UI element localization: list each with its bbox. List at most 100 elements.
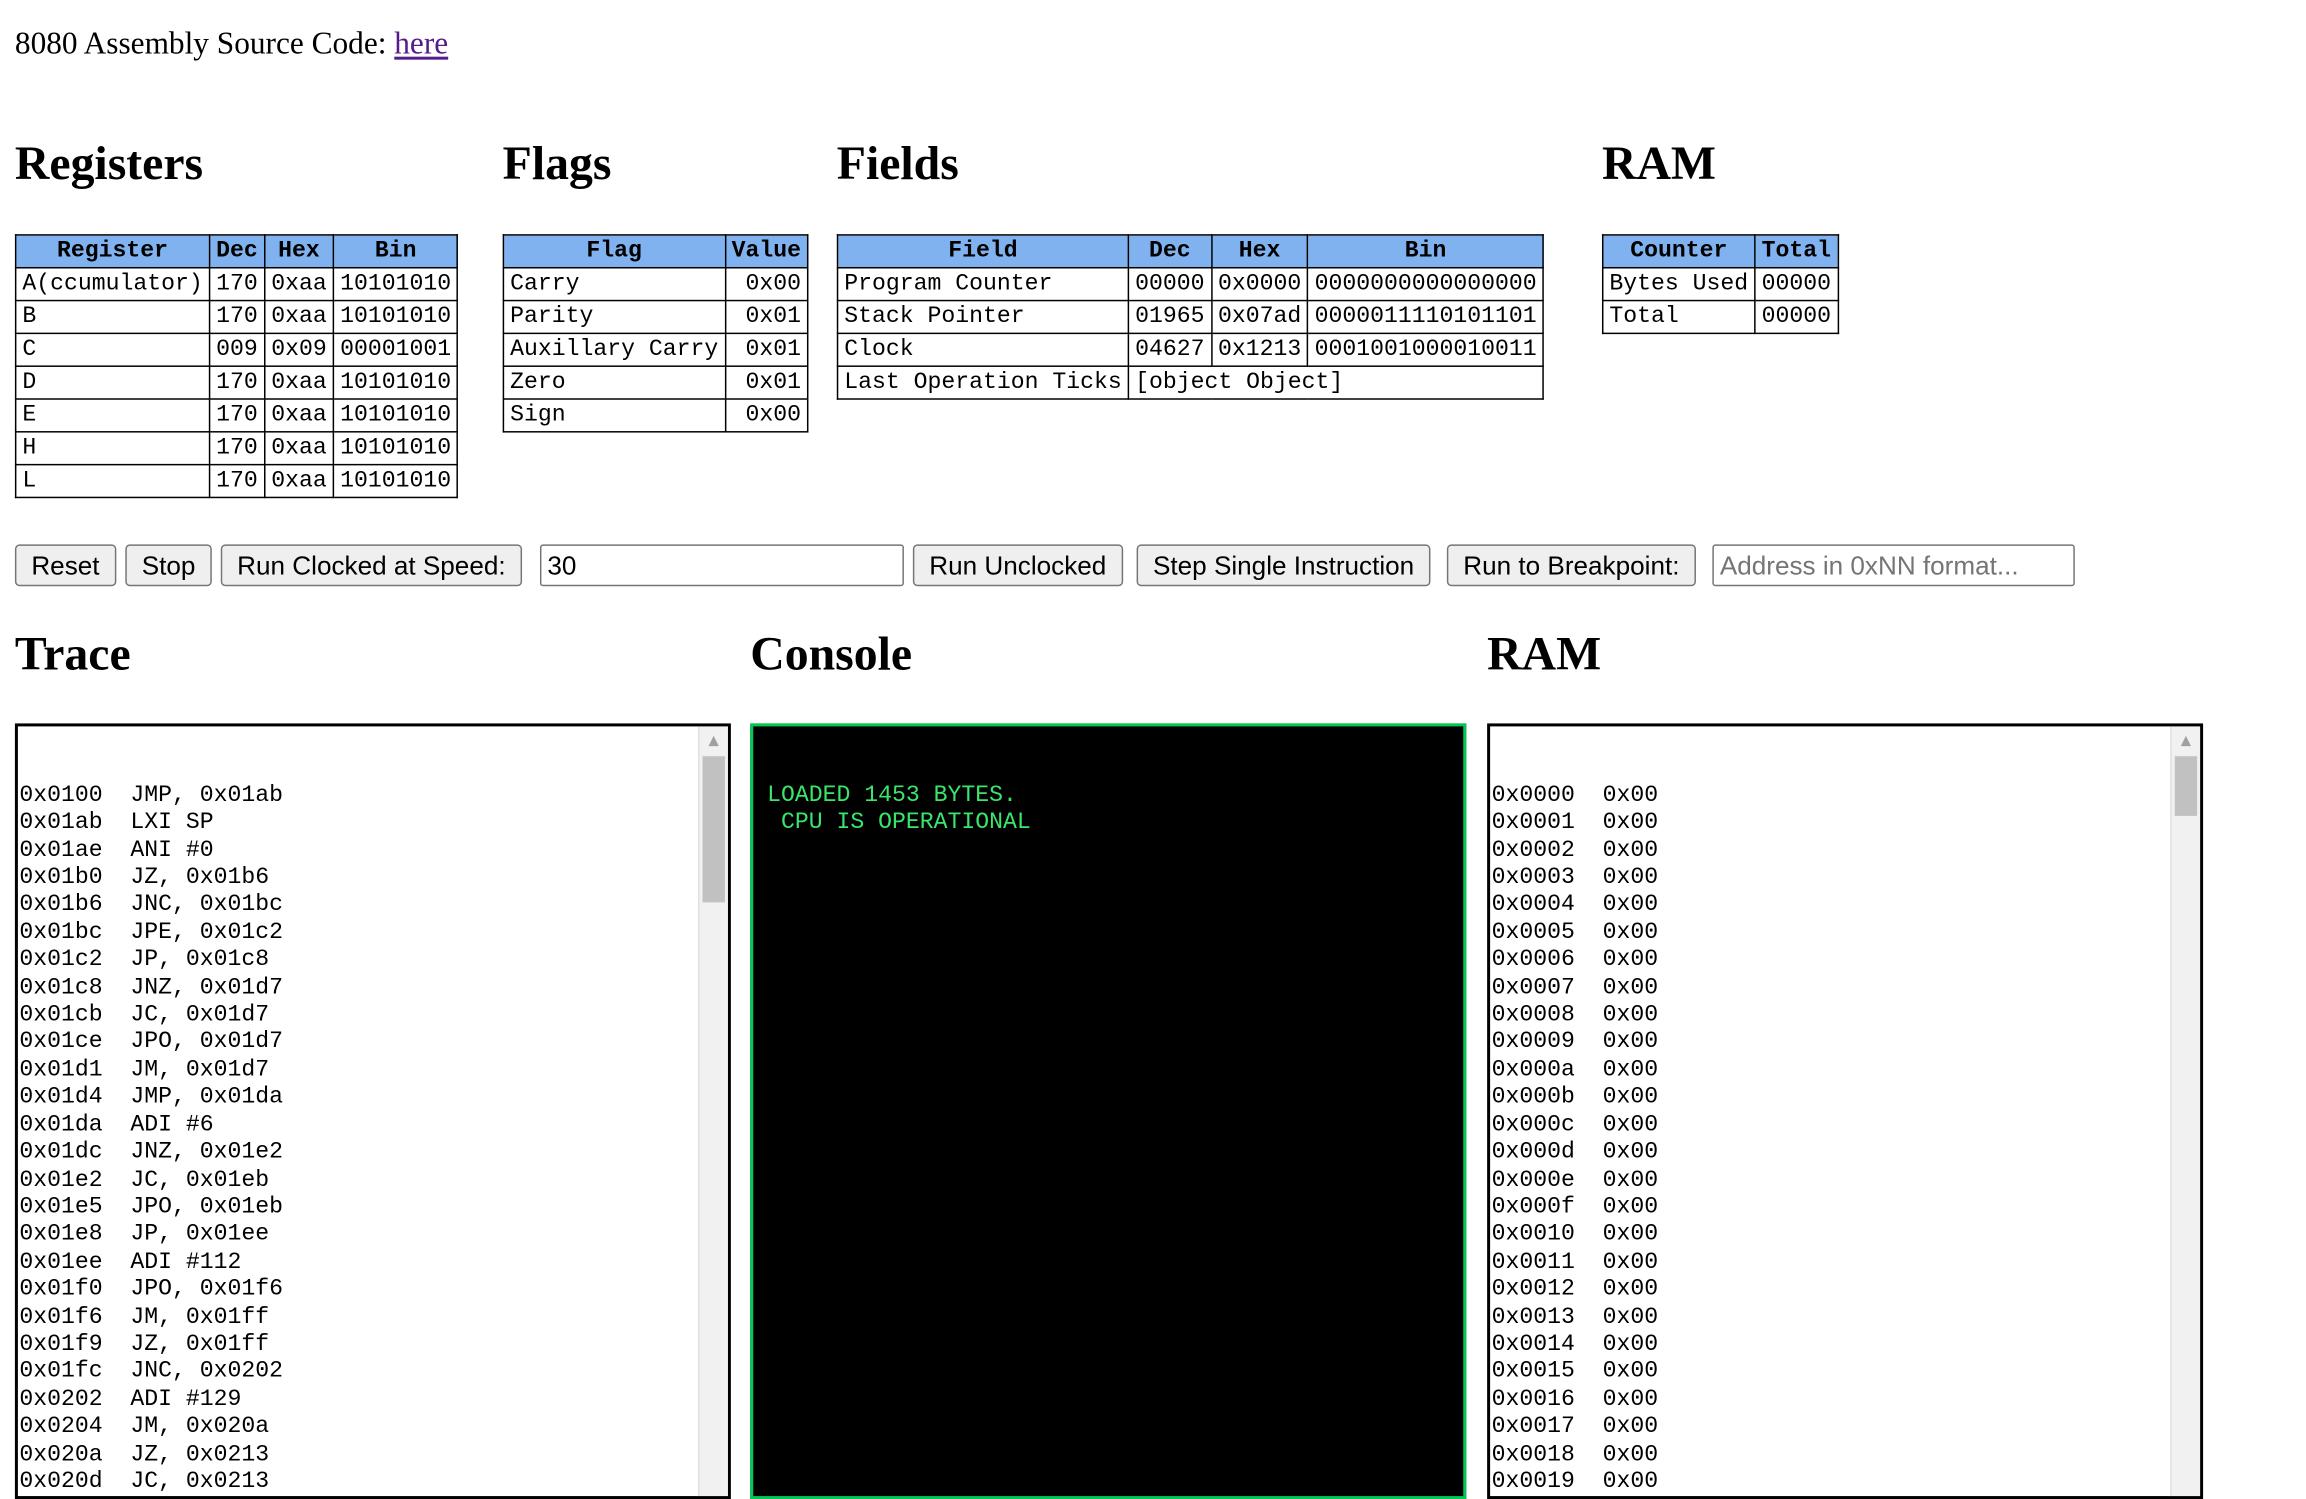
trace-line: 0x01ee ADI #112 — [19, 1248, 242, 1275]
table-row: L 170 0xaa 10101010 — [14, 463, 459, 499]
run-clocked-button[interactable]: Run Clocked at Speed: — [220, 544, 523, 587]
table-cell: 0x01 — [724, 365, 809, 400]
table-cell: 0x09 — [263, 332, 335, 367]
table-cell: 10101010 — [332, 365, 459, 400]
trace-scroll-thumb[interactable] — [702, 756, 725, 903]
ram-heading: RAM — [1487, 626, 1602, 681]
trace-line: 0x01b6 JNC, 0x01bc — [19, 891, 284, 918]
ram-counter-heading: RAM — [1601, 135, 1716, 190]
console-line: LOADED 1453 BYTES. — [753, 781, 1017, 809]
breakpoint-address-input[interactable] — [1712, 544, 2075, 587]
table-cell: Carry — [502, 266, 726, 302]
table-cell: E — [14, 398, 211, 433]
table-row: Bytes Used 00000 — [1601, 266, 1839, 302]
table-row: A(ccumulator) 170 0xaa 10101010 — [14, 266, 459, 302]
trace-line: 0x01d4 JMP, 0x01da — [19, 1083, 284, 1111]
table-row: Carry 0x00 — [502, 266, 809, 302]
table-cell: 0000011110101101 — [1307, 299, 1545, 335]
trace-line: 0x020a JZ, 0x0213 — [19, 1440, 270, 1468]
table-row: Sign 0x00 — [502, 398, 809, 433]
table-cell: Program Counter — [836, 266, 1130, 302]
trace-line: 0x01c8 JNZ, 0x01d7 — [19, 973, 284, 1001]
scroll-up-icon[interactable]: ▲ — [2172, 731, 2200, 752]
table-cell: [object Object] — [1127, 365, 1545, 400]
trace-panel[interactable]: 0x0100 JMP, 0x01ab 0x01ab LXI SP 0x01ae AN… — [14, 723, 731, 1499]
scroll-up-icon[interactable]: ▲ — [700, 731, 728, 752]
trace-line: 0x01e8 JP, 0x01ee — [19, 1220, 270, 1248]
table-cell: 0x0000 — [1210, 266, 1309, 302]
ram-scrollbar[interactable]: ▲ — [2170, 726, 2201, 1497]
ram-scroll-thumb[interactable] — [2174, 756, 2198, 816]
trace-scrollbar[interactable]: ▲ — [698, 726, 728, 1497]
trace-line: 0x0204 JM, 0x020a — [19, 1412, 270, 1440]
ram-line: 0x0019 0x00 — [1491, 1467, 1659, 1495]
reset-button[interactable]: Reset — [14, 544, 116, 587]
ram-line: 0x0008 0x00 — [1491, 1000, 1659, 1028]
table-cell: 0xaa — [263, 266, 335, 302]
trace-line: 0x01e5 JPO, 0x01eb — [19, 1193, 284, 1220]
table-header-row: Field Dec Hex Bin — [836, 234, 1545, 269]
trace-line: 0x01c2 JP, 0x01c8 — [19, 946, 270, 973]
table-cell: 170 — [208, 365, 266, 400]
console-panel: LOADED 1453 BYTES. CPU IS OPERATIONAL — [750, 723, 1467, 1499]
table-cell: Auxillary Carry — [502, 332, 726, 367]
table-cell: B — [14, 299, 211, 335]
flags-table: Flag Value Carry 0x00 Parity 0x01 Auxillary Ca… — [502, 234, 809, 433]
table-cell: C — [14, 332, 211, 367]
table-row: Total 00000 — [1601, 299, 1839, 335]
table-cell: 0xaa — [263, 365, 335, 400]
table-header-row: Flag Value — [502, 234, 809, 269]
ram-line: 0x0010 0x00 — [1491, 1220, 1659, 1248]
table-cell: 170 — [208, 266, 266, 302]
column-header: Field — [836, 234, 1130, 269]
table-cell: Parity — [502, 299, 726, 335]
source-code-line: 8080 Assembly Source Code: here — [15, 25, 448, 62]
table-cell: 0x00 — [724, 266, 809, 302]
trace-line: 0x01bc JPE, 0x01c2 — [19, 918, 284, 946]
ram-panel[interactable]: 0x0000 0x00 0x0001 0x00 0x0002 0x00 0x0003 … — [1487, 723, 2204, 1499]
trace-line: 0x01d1 JM, 0x01d7 — [19, 1055, 270, 1083]
ram-line: 0x0001 0x00 — [1491, 808, 1659, 836]
fields-heading: Fields — [836, 135, 959, 190]
table-header-row: Counter Total — [1601, 234, 1839, 269]
table-cell: 00000 — [1754, 266, 1839, 302]
table-cell: 10101010 — [332, 266, 459, 302]
table-cell: 0xaa — [263, 431, 335, 466]
table-cell: 009 — [208, 332, 266, 367]
run-unclocked-button[interactable]: Run Unclocked — [912, 544, 1123, 587]
stop-button[interactable]: Stop — [125, 544, 212, 587]
ram-line: 0x0004 0x00 — [1491, 891, 1659, 918]
console-heading: Console — [750, 626, 913, 681]
source-code-link[interactable]: here — [394, 25, 448, 61]
table-cell: 0xaa — [263, 299, 335, 335]
table-cell: Stack Pointer — [836, 299, 1130, 335]
ram-list: 0x0000 0x00 0x0001 0x00 0x0002 0x00 0x0003 … — [1490, 781, 2200, 1496]
ram-line: 0x0006 0x00 — [1491, 946, 1659, 973]
table-cell: Last Operation Ticks — [836, 365, 1130, 400]
column-header: Dec — [1127, 234, 1212, 269]
clock-speed-input[interactable] — [539, 544, 904, 587]
table-cell: D — [14, 365, 211, 400]
table-row: Auxillary Carry 0x01 — [502, 332, 809, 367]
trace-list: 0x0100 JMP, 0x01ab 0x01ab LXI SP 0x01ae AN… — [18, 781, 728, 1496]
ram-line: 0x0003 0x00 — [1491, 863, 1659, 891]
ram-line: 0x0017 0x00 — [1491, 1412, 1659, 1440]
trace-line: 0x020d JC, 0x0213 — [19, 1467, 270, 1495]
trace-heading: Trace — [14, 626, 131, 681]
table-cell: 01965 — [1127, 299, 1212, 335]
source-code-label: 8080 Assembly Source Code: — [14, 25, 387, 62]
ram-line: 0x000d 0x00 — [1491, 1138, 1659, 1166]
run-to-breakpoint-button[interactable]: Run to Breakpoint: — [1446, 544, 1696, 587]
table-row: H 170 0xaa 10101010 — [14, 431, 459, 466]
table-cell: Clock — [836, 332, 1130, 367]
table-row: Zero 0x01 — [502, 365, 809, 400]
table-cell: 0x01 — [724, 299, 809, 335]
step-instruction-button[interactable]: Step Single Instruction — [1136, 544, 1431, 587]
table-cell: 170 — [208, 398, 266, 433]
table-cell: Bytes Used — [1601, 266, 1756, 302]
column-header: Bin — [1307, 234, 1545, 269]
ram-line: 0x000c 0x00 — [1491, 1110, 1659, 1138]
ram-line: 0x0012 0x00 — [1491, 1275, 1659, 1303]
trace-line: 0x0202 ADI #129 — [19, 1385, 242, 1413]
column-header: Value — [724, 234, 809, 269]
